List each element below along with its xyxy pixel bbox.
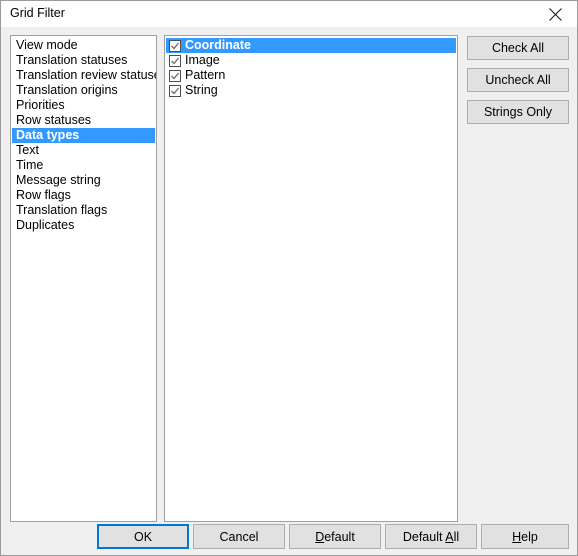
category-list-item[interactable]: Row statuses [12, 113, 155, 128]
ok-button[interactable]: OK [97, 524, 189, 549]
category-list-item[interactable]: Translation origins [12, 83, 155, 98]
titlebar: Grid Filter [1, 1, 577, 28]
default-all-button[interactable]: Default All [385, 524, 477, 549]
category-list-item[interactable]: Row flags [12, 188, 155, 203]
default-all-label: Default All [403, 530, 459, 544]
checklist-item-label: String [185, 83, 218, 97]
grid-filter-dialog: Grid Filter View mode Translation statuse… [0, 0, 578, 556]
category-listbox[interactable]: View mode Translation statuses Translation… [10, 35, 157, 522]
cancel-button[interactable]: Cancel [193, 524, 285, 549]
checklist-item[interactable]: String [166, 83, 456, 98]
uncheck-all-button[interactable]: Uncheck All [467, 68, 569, 92]
category-list-item[interactable]: Priorities [12, 98, 155, 113]
category-list-item[interactable]: Message string [12, 173, 155, 188]
default-label: Default [315, 530, 355, 544]
category-list-item[interactable]: Translation flags [12, 203, 155, 218]
category-list-item[interactable]: Text [12, 143, 155, 158]
help-button[interactable]: Help [481, 524, 569, 549]
default-all-label-post: ll [453, 529, 460, 544]
checklist-item-label: Pattern [185, 68, 226, 82]
checklist-item[interactable]: Pattern [166, 68, 456, 83]
window-title: Grid Filter [10, 6, 65, 20]
help-label-post: elp [521, 529, 538, 544]
checklist-item[interactable]: Coordinate [166, 38, 456, 53]
checkbox-icon[interactable] [169, 54, 181, 67]
category-list-item[interactable]: Time [12, 158, 155, 173]
checklist-item-label: Image [185, 53, 220, 67]
checkbox-icon[interactable] [169, 84, 181, 97]
default-all-label-pre: Default [402, 529, 446, 544]
category-list-item[interactable]: Duplicates [12, 218, 155, 233]
items-checklist[interactable]: Coordinate Image Pattern String [164, 35, 458, 522]
check-all-button[interactable]: Check All [467, 36, 569, 60]
default-all-accel-char: A [445, 529, 454, 544]
category-list-item[interactable]: View mode [12, 38, 155, 53]
checkbox-icon[interactable] [169, 69, 181, 82]
default-label-post: efault [324, 529, 355, 544]
checklist-item-label: Coordinate [185, 38, 251, 52]
dialog-body: View mode Translation statuses Translation… [1, 27, 577, 555]
close-icon[interactable] [533, 1, 577, 27]
checkbox-icon[interactable] [169, 39, 181, 52]
category-list-item[interactable]: Translation review statuses [12, 68, 156, 83]
checklist-item[interactable]: Image [166, 53, 456, 68]
category-list-item[interactable]: Translation statuses [12, 53, 155, 68]
help-accel-char: H [512, 529, 522, 544]
help-label: Help [512, 530, 538, 544]
category-list-item[interactable]: Data types [12, 128, 155, 143]
strings-only-button[interactable]: Strings Only [467, 100, 569, 124]
default-button[interactable]: Default [289, 524, 381, 549]
default-accel-char: D [315, 529, 325, 544]
